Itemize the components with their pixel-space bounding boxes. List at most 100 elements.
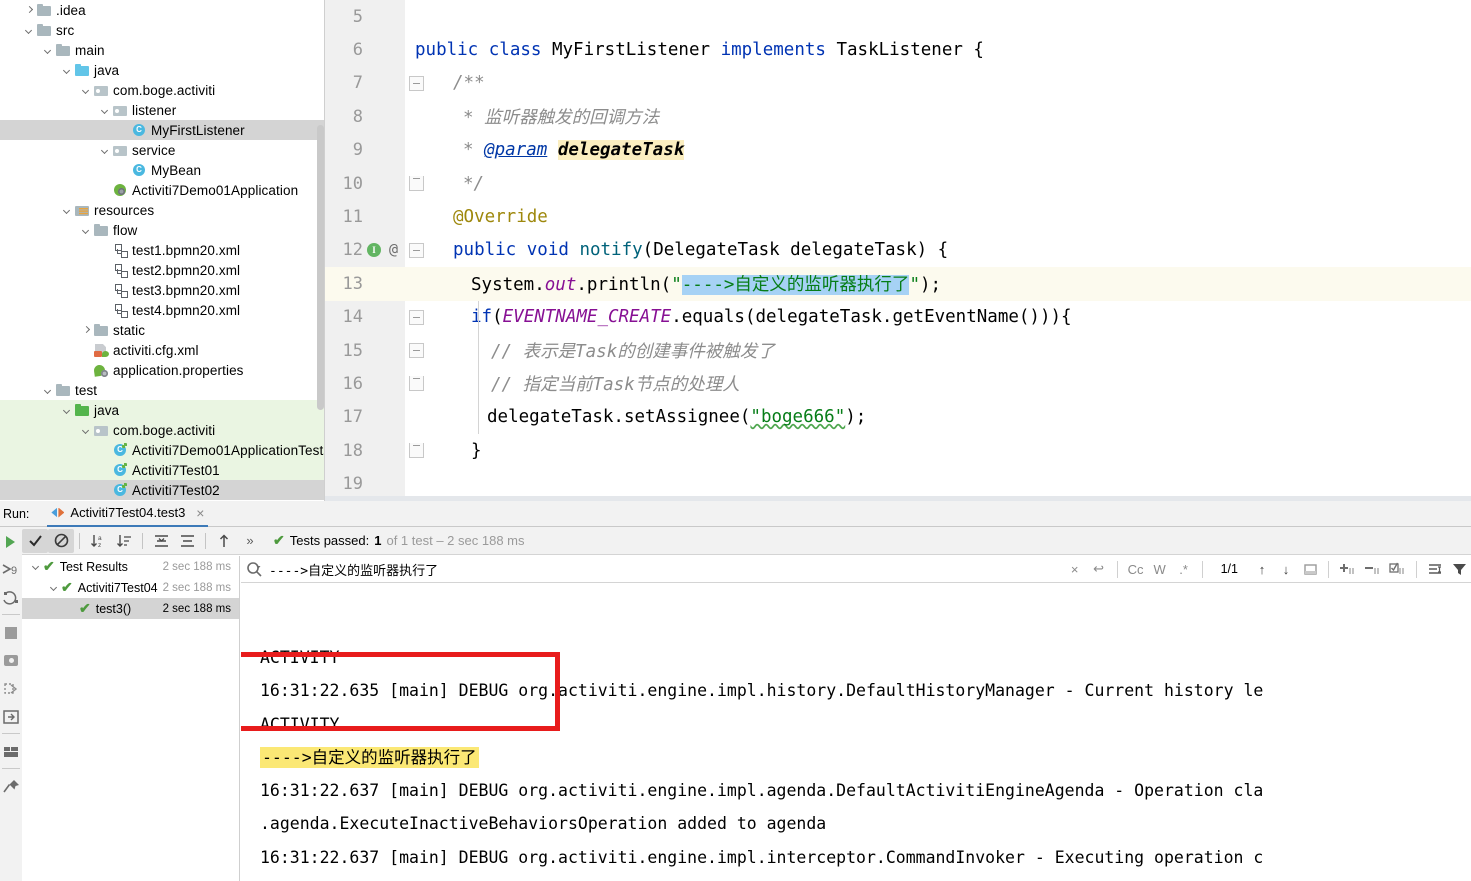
code-line-13[interactable]: 13 System.out.println("---->自定义的监听器执行了"); xyxy=(325,267,1471,301)
line-gutter[interactable] xyxy=(363,167,405,200)
tree-item-listener[interactable]: listener xyxy=(0,100,324,120)
tree-item-test4-bpmn20-xml[interactable]: test4.bpmn20.xml xyxy=(0,300,324,320)
soft-wrap-icon[interactable] xyxy=(1423,557,1447,581)
sort-by-duration-icon[interactable] xyxy=(111,529,137,553)
chevron-down-icon[interactable] xyxy=(80,84,93,97)
line-gutter[interactable] xyxy=(363,334,405,367)
match-case-toggle[interactable]: Cc xyxy=(1124,557,1148,581)
show-passed-checkmark-icon[interactable] xyxy=(22,528,48,553)
close-icon[interactable]: × xyxy=(196,506,204,520)
code-line-8[interactable]: 8 * 监听器触发的回调方法 xyxy=(325,100,1471,133)
chevron-down-icon[interactable] xyxy=(42,384,55,397)
chevron-down-icon[interactable] xyxy=(61,64,74,77)
tree-item-activiti-cfg-xml[interactable]: activiti.cfg.xml xyxy=(0,340,324,360)
remove-filter-icon[interactable] xyxy=(1360,557,1385,581)
import-icon[interactable] xyxy=(0,702,22,730)
tree-item-application-properties[interactable]: application.properties xyxy=(0,360,324,380)
clear-search-icon[interactable]: × xyxy=(1063,557,1087,581)
search-history-icon[interactable]: ↩ xyxy=(1087,557,1111,581)
layout-icon[interactable] xyxy=(0,737,22,765)
tree-item-com-boge-activiti[interactable]: com.boge.activiti xyxy=(0,80,324,100)
tree-item-static[interactable]: static xyxy=(0,320,324,340)
expand-all-icon[interactable] xyxy=(148,529,174,553)
line-gutter[interactable] xyxy=(363,134,405,167)
fold-start-icon[interactable] xyxy=(409,342,424,358)
fold-start-icon[interactable] xyxy=(409,309,424,325)
code-line-17[interactable]: 17 delegateTask.setAssignee("boge666"); xyxy=(325,401,1471,434)
regex-toggle[interactable]: .* xyxy=(1172,557,1196,581)
tree-item-test3-bpmn20-xml[interactable]: test3.bpmn20.xml xyxy=(0,280,324,300)
line-gutter[interactable] xyxy=(363,401,405,434)
chevron-down-icon[interactable] xyxy=(80,424,93,437)
tree-item-myfirstlistener[interactable]: MyFirstListener xyxy=(0,120,324,140)
search-input[interactable]: ---->自定义的监听器执行了 xyxy=(269,560,438,579)
hide-ignored-no-entry-icon[interactable] xyxy=(48,528,74,553)
code-line-7[interactable]: 7 /** xyxy=(325,67,1471,100)
tree-item-activiti7test02[interactable]: Activiti7Test02 xyxy=(0,480,324,500)
tree-item-activiti7test01[interactable]: Activiti7Test01 xyxy=(0,460,324,480)
test-tree-row[interactable]: ✔ Test Results 2 sec 188 ms xyxy=(22,556,239,577)
fold-end-icon[interactable] xyxy=(409,175,424,191)
chevron-down-icon[interactable] xyxy=(61,404,74,417)
filter-icon[interactable] xyxy=(1447,557,1471,581)
code-line-11[interactable]: 11 @Override xyxy=(325,200,1471,233)
code-line-14[interactable]: 14 if(EVENTNAME_CREATE.equals(delegateTas… xyxy=(325,301,1471,334)
code-line-16[interactable]: 16 // 指定当前Task节点的处理人 xyxy=(325,367,1471,400)
rerun-icon[interactable] xyxy=(0,527,22,555)
tree-item-test1-bpmn20-xml[interactable]: test1.bpmn20.xml xyxy=(0,240,324,260)
code-line-5[interactable]: 5 xyxy=(325,0,1471,33)
whole-words-toggle[interactable]: W xyxy=(1148,557,1172,581)
run-side-toolbar[interactable]: 9 xyxy=(0,527,22,881)
line-gutter[interactable] xyxy=(363,67,405,100)
tree-item-java[interactable]: java xyxy=(0,60,324,80)
chevron-down-icon[interactable] xyxy=(42,44,55,57)
tree-item-activiti7demo01applicationtests[interactable]: Activiti7Demo01ApplicationTests xyxy=(0,440,324,460)
tree-item-java[interactable]: java xyxy=(0,400,324,420)
export-icon[interactable] xyxy=(0,674,22,702)
project-tree-scrollbar[interactable] xyxy=(317,125,324,410)
chevron-down-icon[interactable] xyxy=(30,560,43,573)
tree-item-flow[interactable]: flow xyxy=(0,220,324,240)
pin-icon[interactable] xyxy=(0,772,22,800)
chevron-down-icon[interactable] xyxy=(80,224,93,237)
chevron-down-icon[interactable] xyxy=(99,144,112,157)
console-search-bar[interactable]: ---->自定义的监听器执行了 × ↩ Cc W .* 1/1 ↑ ↓ xyxy=(241,556,1471,583)
next-match-icon[interactable]: ↓ xyxy=(1274,557,1298,581)
test-results-toolbar[interactable]: a z » ✔ Tests passed: 1 of 1 test – 2 se… xyxy=(22,527,1471,555)
code-line-6[interactable]: 6 public class MyFirstListener implements… xyxy=(325,33,1471,66)
console-pane[interactable]: ---->自定义的监听器执行了 × ↩ Cc W .* 1/1 ↑ ↓ ACTI… xyxy=(241,556,1471,881)
line-gutter[interactable] xyxy=(363,267,405,300)
chevron-right-icon[interactable] xyxy=(80,324,93,337)
chevron-down-icon[interactable] xyxy=(23,24,36,37)
code-line-10[interactable]: 10 */ xyxy=(325,167,1471,200)
chevron-down-icon[interactable] xyxy=(99,104,112,117)
annotation-gutter-icon[interactable]: @ xyxy=(389,240,398,258)
fold-start-icon[interactable] xyxy=(409,75,424,91)
code-line-18[interactable]: 18} xyxy=(325,434,1471,467)
edit-filter-icon[interactable] xyxy=(1385,557,1410,581)
run-tab-activiti7test04-test3[interactable]: Activiti7Test04.test3 × xyxy=(47,501,209,527)
line-gutter[interactable] xyxy=(363,367,405,400)
sort-alphabetically-icon[interactable]: a z xyxy=(85,529,111,553)
more-options-icon[interactable]: » xyxy=(237,529,263,553)
line-gutter[interactable] xyxy=(363,201,405,234)
line-gutter[interactable] xyxy=(363,100,405,133)
fold-end-icon[interactable] xyxy=(409,376,424,392)
intention-bulb-icon[interactable]: I xyxy=(367,242,381,257)
tree-item-service[interactable]: service xyxy=(0,140,324,160)
code-line-12[interactable]: 12 I @ public void notify(DelegateTask dele… xyxy=(325,234,1471,267)
tree-item-activiti7demo01application[interactable]: Activiti7Demo01Application xyxy=(0,180,324,200)
tree-item-test2-bpmn20-xml[interactable]: test2.bpmn20.xml xyxy=(0,260,324,280)
line-gutter[interactable] xyxy=(363,34,405,67)
fold-start-icon[interactable] xyxy=(409,242,424,258)
test-tree-row[interactable]: ✔ Activiti7Test04 2 sec 188 ms xyxy=(22,577,239,598)
code-editor[interactable]: 5 6 public class MyFirstListener implement… xyxy=(325,0,1471,501)
search-icon[interactable] xyxy=(241,556,267,582)
code-line-15[interactable]: 15 // 表示是Task的创建事件被触发了 xyxy=(325,334,1471,367)
collapse-all-icon[interactable] xyxy=(174,529,200,553)
code-line-9[interactable]: 9 * @param delegateTask xyxy=(325,134,1471,167)
tree-item-main[interactable]: main xyxy=(0,40,324,60)
tree-item-com-boge-activiti[interactable]: com.boge.activiti xyxy=(0,420,324,440)
search-controls[interactable]: × ↩ Cc W .* 1/1 ↑ ↓ xyxy=(1063,556,1471,583)
line-gutter[interactable]: I @ xyxy=(363,234,405,267)
